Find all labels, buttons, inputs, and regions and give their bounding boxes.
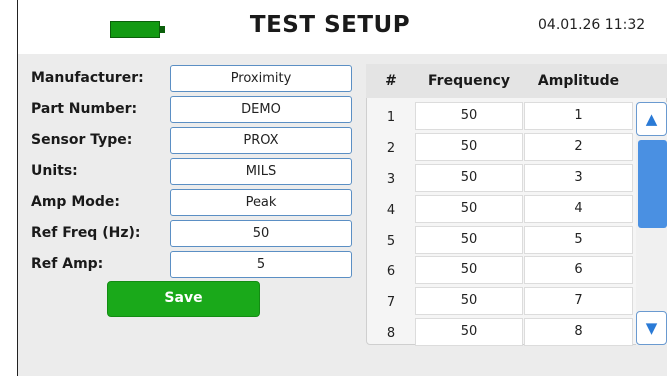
col-header-frequency: Frequency [428, 73, 510, 89]
part-number-label: Part Number: [31, 101, 138, 117]
frequency-cell[interactable]: 50 [415, 226, 523, 254]
row-number: 3 [386, 172, 396, 187]
frequency-cell[interactable]: 50 [415, 287, 523, 315]
units-label: Units: [31, 163, 78, 179]
ref-amp-field[interactable]: 5 [170, 251, 352, 278]
units-field[interactable]: MILS [170, 158, 352, 185]
amplitude-cell[interactable]: 4 [524, 195, 633, 223]
amplitude-cell[interactable]: 3 [524, 164, 633, 192]
row-number: 6 [386, 264, 396, 279]
chevron-up-icon[interactable]: ▲ [636, 102, 667, 136]
amplitude-cell[interactable]: 2 [524, 133, 633, 161]
battery-tip [160, 26, 165, 33]
frequency-cell[interactable]: 50 [415, 256, 523, 284]
ref-amp-label: Ref Amp: [31, 256, 104, 272]
frequency-cell[interactable]: 50 [415, 318, 523, 346]
amplitude-cell[interactable]: 7 [524, 287, 633, 315]
part-number-field[interactable]: DEMO [170, 96, 352, 123]
row-number: 7 [386, 295, 396, 310]
frequency-cell[interactable]: 50 [415, 195, 523, 223]
ref-freq-field[interactable]: 50 [170, 220, 352, 247]
test-setup-screen: TEST SETUP 04.01.26 11:32 Manufacturer: … [0, 0, 667, 376]
amp-mode-label: Amp Mode: [31, 194, 120, 210]
amplitude-cell[interactable]: 6 [524, 256, 633, 284]
frequency-cell[interactable]: 50 [415, 133, 523, 161]
page-title: TEST SETUP [249, 12, 411, 38]
row-number: 5 [386, 234, 396, 249]
chevron-down-icon[interactable]: ▼ [636, 311, 667, 345]
amplitude-cell[interactable]: 8 [524, 318, 633, 346]
amplitude-cell[interactable]: 1 [524, 102, 633, 130]
amplitude-cell[interactable]: 5 [524, 226, 633, 254]
datetime-display: 04.01.26 11:32 [538, 17, 646, 33]
row-number: 4 [386, 203, 396, 218]
frequency-cell[interactable]: 50 [415, 102, 523, 130]
manufacturer-label: Manufacturer: [31, 70, 144, 86]
frequency-cell[interactable]: 50 [415, 164, 523, 192]
save-button[interactable]: Save [107, 281, 260, 317]
manufacturer-field[interactable]: Proximity [170, 65, 352, 92]
battery-icon [110, 21, 160, 38]
col-header-number: # [385, 73, 397, 89]
ref-freq-label: Ref Freq (Hz): [31, 225, 141, 241]
row-number: 8 [386, 326, 396, 341]
row-number: 2 [386, 141, 396, 156]
row-number: 1 [386, 110, 396, 125]
sensor-type-label: Sensor Type: [31, 132, 133, 148]
amp-mode-field[interactable]: Peak [170, 189, 352, 216]
col-header-amplitude: Amplitude [537, 73, 620, 89]
sensor-type-field[interactable]: PROX [170, 127, 352, 154]
scrollbar-thumb[interactable] [638, 140, 667, 228]
